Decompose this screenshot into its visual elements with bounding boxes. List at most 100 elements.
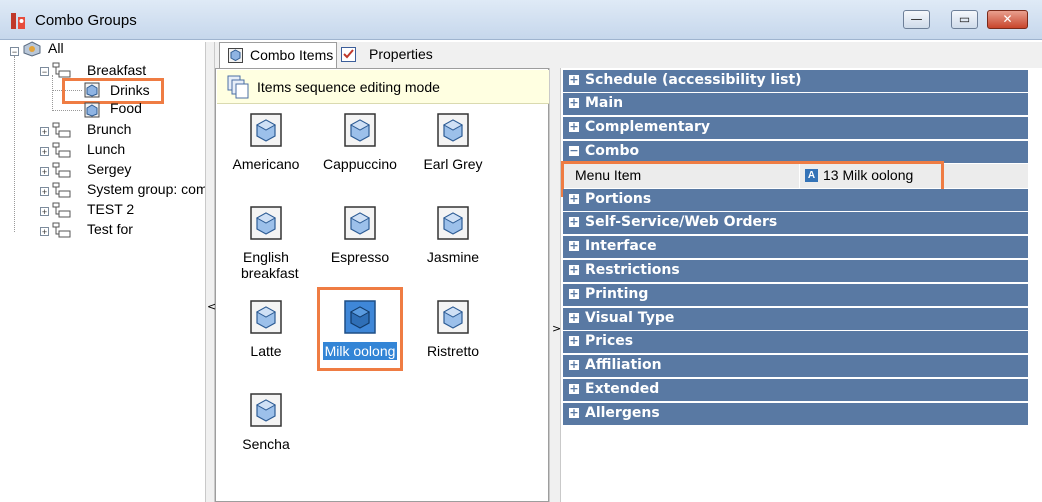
section-prices[interactable]: + Prices	[563, 331, 1028, 354]
tree-connector	[52, 110, 82, 111]
section-affiliation[interactable]: + Affiliation	[563, 355, 1028, 378]
section-extended[interactable]: + Extended	[563, 379, 1028, 402]
section-label: Self-Service/Web Orders	[585, 214, 778, 230]
expand-icon: +	[569, 334, 579, 347]
tree-label-lunch: Lunch	[87, 141, 126, 157]
tree-node-root[interactable]: − All	[8, 40, 198, 62]
item-cube-icon	[250, 393, 282, 427]
expand-arrow-icon[interactable]: >	[552, 322, 561, 335]
close-icon: ✕	[1002, 12, 1013, 26]
section-portions[interactable]: + Portions	[563, 189, 1028, 212]
sequence-mode-label: Items sequence editing mode	[257, 79, 440, 95]
expand-toggle[interactable]: +	[40, 207, 49, 217]
group-icon	[52, 182, 71, 198]
minimize-button[interactable]: —	[903, 10, 930, 29]
item-earl-grey[interactable]: Earl Grey	[408, 112, 498, 200]
tree-node-test-for[interactable]: + Test for	[38, 221, 198, 242]
section-schedule[interactable]: + Schedule (accessibility list)	[563, 70, 1028, 93]
section-allergens[interactable]: + Allergens	[563, 403, 1028, 426]
item-cube-icon	[344, 113, 376, 147]
expand-icon: +	[569, 239, 579, 252]
group-icon	[52, 62, 71, 78]
window-title: Combo Groups	[35, 12, 137, 29]
close-button[interactable]: ✕	[987, 10, 1028, 29]
group-icon	[52, 202, 71, 218]
combo-items-icon	[228, 48, 243, 63]
expand-icon: +	[569, 311, 579, 324]
expand-icon: +	[569, 287, 579, 300]
expand-toggle[interactable]: +	[40, 147, 49, 157]
maximize-button[interactable]: ▭	[951, 10, 978, 29]
section-self-service[interactable]: + Self-Service/Web Orders	[563, 212, 1028, 235]
sequence-mode-icon	[227, 75, 249, 99]
tree-node-brunch[interactable]: + Brunch	[38, 121, 198, 142]
middle-splitter[interactable]: >	[549, 68, 561, 502]
expand-toggle[interactable]: +	[40, 127, 49, 137]
item-espresso[interactable]: Espresso	[315, 205, 405, 293]
item-english-breakfast[interactable]: English breakfast	[221, 205, 311, 293]
expand-icon: +	[569, 96, 579, 109]
section-visual-type[interactable]: + Visual Type	[563, 308, 1028, 331]
tree-node-sergey[interactable]: + Sergey	[38, 161, 198, 182]
root-globe-icon	[23, 41, 41, 57]
section-label: Portions	[585, 191, 652, 207]
tree-node-system-group[interactable]: + System group: comb	[38, 182, 205, 202]
tree-node-lunch[interactable]: + Lunch	[38, 141, 198, 162]
collapse-toggle[interactable]: −	[10, 47, 19, 57]
item-cube-icon	[437, 113, 469, 147]
section-printing[interactable]: + Printing	[563, 284, 1028, 307]
section-main[interactable]: + Main	[563, 93, 1028, 116]
tree-node-test-2[interactable]: + TEST 2	[38, 201, 198, 222]
item-label: Espresso	[330, 249, 390, 265]
item-americano[interactable]: Americano	[221, 112, 311, 200]
tree-label-test-for: Test for	[87, 221, 133, 237]
expand-icon: +	[569, 406, 579, 419]
tree-label-food: Food	[110, 100, 142, 116]
group-icon	[52, 142, 71, 158]
item-ristretto[interactable]: Ristretto	[408, 299, 498, 387]
item-label: Sencha	[242, 436, 290, 452]
item-label: Ristretto	[426, 343, 480, 359]
left-splitter[interactable]: <	[205, 42, 216, 502]
section-restrictions[interactable]: + Restrictions	[563, 260, 1028, 283]
tab-label: Properties	[369, 46, 433, 62]
section-label: Visual Type	[585, 310, 675, 326]
item-latte[interactable]: Latte	[221, 299, 311, 387]
item-jasmine[interactable]: Jasmine	[408, 205, 498, 293]
tree-node-food[interactable]: Food	[82, 100, 162, 122]
expand-toggle[interactable]: +	[40, 187, 49, 197]
combo-items-panel: Items sequence editing mode Americano Ca…	[215, 68, 550, 502]
item-cube-icon	[344, 206, 376, 240]
section-label: Allergens	[585, 405, 660, 421]
section-label: Affiliation	[585, 357, 662, 373]
group-icon	[52, 222, 71, 238]
item-label: Cappuccino	[323, 156, 397, 172]
tab-combo-items[interactable]: Combo Items	[219, 42, 337, 68]
group-icon	[52, 162, 71, 178]
item-label: Americano	[232, 156, 300, 172]
section-label: Prices	[585, 333, 634, 349]
tree-label-test-2: TEST 2	[87, 201, 135, 217]
sequence-mode-bar[interactable]: Items sequence editing mode	[217, 70, 550, 104]
item-cube-icon	[250, 113, 282, 147]
section-complementary[interactable]: + Complementary	[563, 117, 1028, 140]
expand-icon: +	[569, 263, 579, 276]
tab-label: Combo Items	[250, 47, 334, 63]
tab-strip: Combo Items Properties	[215, 42, 1042, 68]
section-label: Complementary	[585, 119, 711, 135]
collapse-toggle[interactable]: −	[40, 67, 49, 77]
item-cube-icon	[437, 206, 469, 240]
group-tree: − All − Breakfast Drinks Food + Brunch +…	[8, 40, 205, 502]
section-label: Combo	[585, 143, 640, 159]
item-cappuccino[interactable]: Cappuccino	[315, 112, 405, 200]
item-sencha[interactable]: Sencha	[221, 392, 311, 480]
tab-properties[interactable]: Properties	[339, 42, 451, 68]
expand-toggle[interactable]: +	[40, 227, 49, 237]
item-label: English breakfast	[241, 249, 299, 281]
section-interface[interactable]: + Interface	[563, 236, 1028, 259]
tree-label-root: All	[48, 40, 64, 56]
section-label: Extended	[585, 381, 660, 397]
section-label: Main	[585, 95, 624, 111]
properties-icon	[341, 47, 356, 62]
expand-toggle[interactable]: +	[40, 167, 49, 177]
